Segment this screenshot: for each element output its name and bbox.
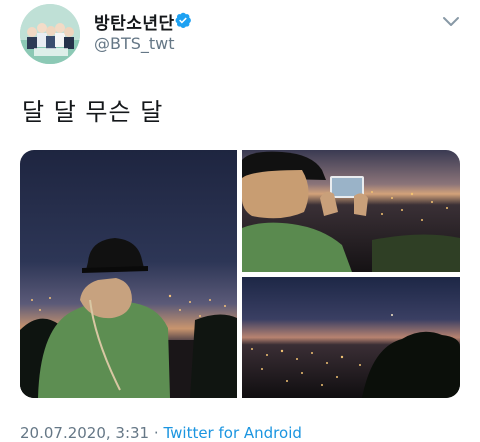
handle[interactable]: @BTS_twt: [94, 34, 175, 53]
verified-badge-icon: [174, 11, 192, 29]
display-name[interactable]: 방탄소년단: [94, 9, 175, 34]
footer-separator: ·: [153, 424, 159, 442]
timestamp[interactable]: 20.07.2020, 3:31: [20, 424, 149, 442]
photo-1[interactable]: [20, 150, 237, 398]
avatar[interactable]: [20, 4, 80, 64]
tweet-text: 달 달 무슨 달: [22, 98, 164, 126]
source-link[interactable]: Twitter for Android: [163, 424, 301, 442]
photo-3[interactable]: [242, 277, 460, 398]
media-grid: [20, 150, 460, 398]
tweet-footer: 20.07.2020, 3:31 · Twitter for Android: [20, 424, 302, 442]
tweet-card: 방탄소년단 @BTS_twt 달 달 무슨 달 20.07.2020, 3:31…: [0, 0, 480, 442]
photo-2[interactable]: [242, 150, 460, 272]
chevron-down-icon[interactable]: [440, 14, 462, 30]
